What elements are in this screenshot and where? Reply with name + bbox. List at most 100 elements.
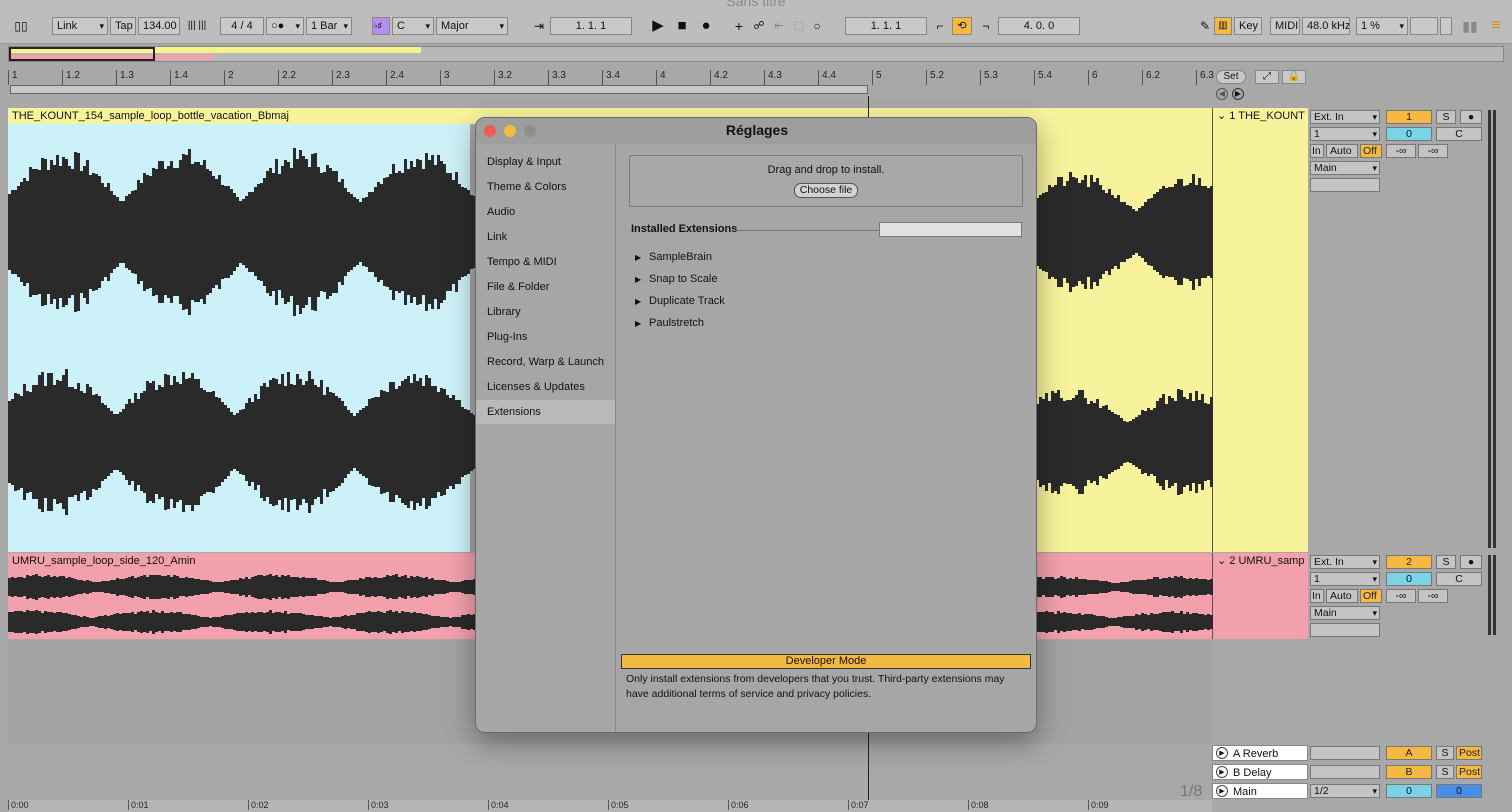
- play-icon[interactable]: ▶: [648, 17, 668, 35]
- choose-file-button[interactable]: Choose file: [794, 183, 858, 198]
- cue-volume[interactable]: 0: [1436, 784, 1482, 798]
- overview-view-frame[interactable]: [9, 47, 155, 61]
- link-button[interactable]: Link: [52, 17, 108, 35]
- menu-icon[interactable]: ≡: [1488, 17, 1504, 35]
- set-locator-button[interactable]: Set: [1216, 70, 1246, 84]
- return-a-post[interactable]: Post: [1456, 746, 1482, 760]
- input-channel-menu[interactable]: 1: [1310, 572, 1380, 586]
- stop-icon[interactable]: ■: [672, 17, 692, 35]
- monitor-off-button[interactable]: Off: [1360, 589, 1382, 603]
- draw-mode-icon[interactable]: ✎: [1196, 17, 1214, 35]
- input-channel-menu[interactable]: 1: [1310, 127, 1380, 141]
- volume-field[interactable]: 0: [1386, 572, 1432, 586]
- extension-item-samplebrain[interactable]: ▶ SampleBrain: [635, 249, 712, 265]
- output-channel-menu[interactable]: [1310, 623, 1380, 637]
- output-menu[interactable]: Main: [1310, 161, 1380, 175]
- main-track[interactable]: ▶ Main: [1212, 783, 1308, 799]
- volume-field[interactable]: 0: [1386, 127, 1432, 141]
- midi-map-button[interactable]: MIDI: [1270, 17, 1300, 35]
- tempo-field[interactable]: 134.00: [138, 17, 180, 35]
- return-a-output[interactable]: [1310, 746, 1380, 760]
- keyboard-icon[interactable]: ▥: [1214, 17, 1232, 35]
- overdub-icon[interactable]: +: [730, 17, 748, 35]
- lock-icon[interactable]: 🔒: [1282, 70, 1306, 84]
- track-activator[interactable]: 1: [1386, 110, 1432, 124]
- extension-item-paulstretch[interactable]: ▶ Paulstretch: [635, 315, 704, 331]
- nudge-icon[interactable]: ||| |||: [183, 17, 211, 35]
- loop-switch-icon[interactable]: ⟲: [952, 17, 972, 35]
- metronome-toggle[interactable]: ○●: [266, 17, 304, 35]
- main-cue-menu[interactable]: 1/2: [1310, 784, 1380, 798]
- sidebar-item-file-folder[interactable]: File & Folder: [476, 275, 615, 299]
- monitor-off-button[interactable]: Off: [1360, 144, 1382, 158]
- sidebar-item-theme-colors[interactable]: Theme & Colors: [476, 175, 615, 199]
- record-icon[interactable]: ●: [696, 17, 716, 35]
- sidebar-item-record-warp-launch[interactable]: Record, Warp & Launch: [476, 350, 615, 374]
- sidebar-item-tempo-midi[interactable]: Tempo & MIDI: [476, 250, 615, 274]
- return-a-solo[interactable]: S: [1436, 746, 1454, 760]
- arrangement-position[interactable]: 1. 1. 1: [550, 17, 632, 35]
- play-icon[interactable]: ▶: [1216, 766, 1228, 778]
- session-record-icon[interactable]: ○: [808, 17, 826, 35]
- track-1-header[interactable]: ⌄ 1 THE_KOUNT: [1212, 108, 1308, 552]
- back-to-arrangement-icon[interactable]: ⇤: [770, 17, 788, 35]
- panel-icon[interactable]: ▮▮: [1462, 17, 1478, 35]
- beat-ruler[interactable]: 1 1.2 1.3 1.4 2 2.2 2.3 2.4 3 3.2 3.3 3.…: [8, 70, 1214, 85]
- punch-in-icon[interactable]: ⌐: [930, 17, 950, 35]
- sidebar-item-library[interactable]: Library: [476, 300, 615, 324]
- time-signature-field[interactable]: 4 / 4: [220, 17, 264, 35]
- return-b-solo[interactable]: S: [1436, 765, 1454, 779]
- capture-icon[interactable]: ⬚: [790, 17, 808, 35]
- view-toggle-icon[interactable]: ▯▯: [10, 17, 32, 35]
- solo-button[interactable]: S: [1436, 555, 1456, 569]
- tap-button[interactable]: Tap: [110, 17, 136, 35]
- return-track-b[interactable]: ▶ B Delay: [1212, 764, 1308, 780]
- loop-length-field[interactable]: 4. 0. 0: [998, 17, 1080, 35]
- sidebar-item-audio[interactable]: Audio: [476, 200, 615, 224]
- solo-button[interactable]: S: [1436, 110, 1456, 124]
- loop-bar[interactable]: [8, 85, 1212, 95]
- fold-icon[interactable]: ⌄: [1217, 110, 1229, 122]
- extensions-search-input[interactable]: [879, 222, 1022, 237]
- follow-icon[interactable]: ⇥: [528, 17, 550, 35]
- expand-icon[interactable]: ⤢: [1255, 70, 1279, 84]
- play-icon[interactable]: ▶: [1216, 747, 1228, 759]
- return-a-activator[interactable]: A: [1386, 746, 1432, 760]
- loop-brace[interactable]: [10, 85, 868, 94]
- monitor-auto-button[interactable]: Auto: [1326, 144, 1358, 158]
- previous-locator-icon[interactable]: ◀: [1216, 88, 1228, 100]
- disclosure-triangle-icon[interactable]: ▶: [635, 250, 649, 266]
- time-ruler[interactable]: 0:00 0:01 0:02 0:03 0:04 0:05 0:06 0:07 …: [8, 800, 1212, 812]
- punch-out-icon[interactable]: ¬: [976, 17, 996, 35]
- sidebar-item-display-input[interactable]: Display & Input: [476, 150, 615, 174]
- key-map-button[interactable]: Key: [1234, 17, 1262, 35]
- scale-mode-toggle[interactable]: ♭♯: [372, 17, 390, 35]
- arrangement-overview[interactable]: [8, 46, 1504, 62]
- sidebar-item-extensions[interactable]: Extensions: [476, 400, 615, 424]
- monitor-in-button[interactable]: In: [1310, 589, 1324, 603]
- loop-start-field[interactable]: 1. 1. 1: [845, 17, 927, 35]
- play-icon[interactable]: ▶: [1216, 785, 1228, 797]
- return-b-activator[interactable]: B: [1386, 765, 1432, 779]
- track-activator[interactable]: 2: [1386, 555, 1432, 569]
- sidebar-item-plug-ins[interactable]: Plug-Ins: [476, 325, 615, 349]
- disclosure-triangle-icon[interactable]: ▶: [635, 294, 649, 310]
- input-type-menu[interactable]: Ext. In: [1310, 555, 1380, 569]
- disclosure-triangle-icon[interactable]: ▶: [635, 316, 649, 332]
- return-b-output[interactable]: [1310, 765, 1380, 779]
- automation-arm-icon[interactable]: ☍: [750, 17, 768, 35]
- arm-icon[interactable]: ●: [1460, 555, 1482, 569]
- developer-mode-toggle[interactable]: Developer Mode: [621, 654, 1031, 669]
- pan-field[interactable]: C: [1436, 572, 1482, 586]
- extension-item-duplicate-track[interactable]: ▶ Duplicate Track: [635, 293, 725, 309]
- pan-field[interactable]: C: [1436, 127, 1482, 141]
- next-locator-icon[interactable]: ▶: [1232, 88, 1244, 100]
- arm-icon[interactable]: ●: [1460, 110, 1482, 124]
- extension-item-snap-to-scale[interactable]: ▶ Snap to Scale: [635, 271, 718, 287]
- fold-icon[interactable]: ⌄: [1217, 555, 1229, 567]
- monitor-in-button[interactable]: In: [1310, 144, 1324, 158]
- sidebar-item-link[interactable]: Link: [476, 225, 615, 249]
- monitor-auto-button[interactable]: Auto: [1326, 589, 1358, 603]
- disclosure-triangle-icon[interactable]: ▶: [635, 272, 649, 288]
- input-type-menu[interactable]: Ext. In: [1310, 110, 1380, 124]
